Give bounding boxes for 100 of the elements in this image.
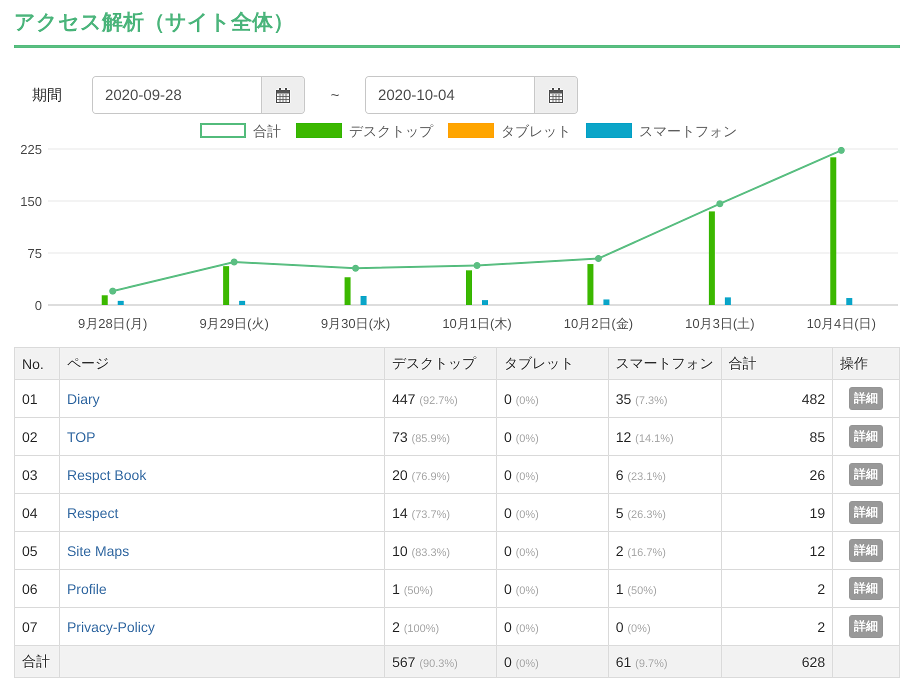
table-cell: 6 (23.1%) <box>608 456 722 494</box>
table-cell: 2 (16.7%) <box>608 532 722 570</box>
point <box>109 288 116 295</box>
date-field[interactable]: 2020-10-04 <box>365 76 578 114</box>
table-cell: 12 <box>721 532 833 570</box>
detail-button[interactable]: 詳細 <box>849 539 884 562</box>
table-cell: 0 (0%) <box>496 456 608 494</box>
axis-category-label: 10月4日(日) <box>806 316 876 331</box>
bar <box>603 299 610 305</box>
bar <box>482 300 488 305</box>
bar <box>118 300 124 305</box>
point <box>716 200 724 208</box>
axis-tick-label: 150 <box>20 194 42 209</box>
page-link[interactable]: Privacy-Policy <box>66 618 155 634</box>
detail-button[interactable]: 詳細 <box>849 463 884 486</box>
table-cell: 85 <box>721 418 833 456</box>
axis-category-label: 9月30日(水) <box>320 316 390 331</box>
table-cell: 73 (85.9%) <box>384 418 496 456</box>
axis-tick-label: 75 <box>28 246 42 261</box>
table-cell: 0 (0%) <box>496 532 608 570</box>
table-cell: 2 <box>721 570 833 608</box>
bar <box>466 270 472 305</box>
column-header: スマートフォン <box>608 348 722 380</box>
detail-button[interactable]: 詳細 <box>849 387 884 410</box>
column-header: デスクトップ <box>384 348 496 380</box>
axis-category-label: 10月2日(金) <box>564 316 634 331</box>
table-cell: 1 (50%) <box>608 570 722 608</box>
table-cell: 01 <box>14 380 60 418</box>
table-cell: 35 (7.3%) <box>608 380 722 418</box>
table-cell: 10 (83.3%) <box>384 532 496 570</box>
bar <box>360 296 367 305</box>
page-link[interactable]: Site Maps <box>66 542 130 558</box>
column-header: 合計 <box>721 348 833 380</box>
legend-label: スマートフォン <box>639 123 737 139</box>
table-cell: 12 (14.1%) <box>608 418 722 456</box>
bar <box>587 264 594 305</box>
table-cell: 19 <box>721 494 833 532</box>
axis-category-label: 10月1日(木) <box>442 316 512 331</box>
bar <box>223 266 230 305</box>
bar <box>239 300 246 305</box>
table-cell: 02 <box>14 418 60 456</box>
calendar-icon <box>549 88 563 102</box>
point <box>838 146 845 154</box>
table-cell: 0 (0%) <box>496 494 608 532</box>
legend-swatch <box>296 123 342 138</box>
axis-tick-label: 225 <box>20 142 42 157</box>
column-header: タブレット <box>496 348 608 380</box>
range-separator: ~ <box>330 86 340 104</box>
table-cell: 0 (0%) <box>496 380 608 418</box>
table-cell: 0 (0%) <box>496 418 608 456</box>
table-cell: 1 (50%) <box>384 570 496 608</box>
table-cell: 482 <box>721 380 833 418</box>
column-header: ページ <box>59 348 385 380</box>
table-cell: 04 <box>14 494 60 532</box>
page-link[interactable]: Respect <box>66 504 118 520</box>
period-label: 期間 <box>32 86 63 104</box>
table-cell: 0 (0%) <box>496 570 608 608</box>
table-cell: 26 <box>721 456 833 494</box>
bar <box>846 298 852 305</box>
table-cell: 5 (26.3%) <box>608 494 722 532</box>
point <box>474 262 480 269</box>
page-link[interactable]: Diary <box>66 390 100 406</box>
table-cell: 0 (0%) <box>496 646 608 678</box>
table-cell: 20 (76.9%) <box>384 456 496 494</box>
point <box>230 258 238 266</box>
axis-tick-label: 0 <box>34 298 42 313</box>
legend-label: デスクトップ <box>349 123 433 139</box>
point <box>594 255 602 262</box>
axis-category-label: 9月28日(月) <box>78 316 148 331</box>
column-header: 操作 <box>832 348 900 380</box>
legend-swatch <box>586 123 632 138</box>
axis-category-label: 9月29日(火) <box>199 316 269 331</box>
legend-swatch <box>200 123 246 138</box>
table-cell: 14 (73.7%) <box>384 494 496 532</box>
detail-button[interactable]: 詳細 <box>849 615 884 638</box>
date-field[interactable]: 2020-09-28 <box>92 76 305 114</box>
table-cell: 05 <box>14 532 60 570</box>
table-cell: 447 (92.7%) <box>384 380 496 418</box>
legend-swatch <box>448 123 494 138</box>
table-cell: 567 (90.3%) <box>384 646 496 678</box>
detail-button[interactable]: 詳細 <box>849 577 884 600</box>
legend-label: タブレット <box>501 123 571 139</box>
table-cell: 03 <box>14 456 60 494</box>
table-cell: 628 <box>721 646 833 678</box>
legend-label: 合計 <box>253 123 281 139</box>
table-cell: 合計 <box>14 646 60 678</box>
page-title: アクセス解析（サイト全体） <box>14 0 900 48</box>
point <box>352 264 360 272</box>
detail-button[interactable]: 詳細 <box>849 501 884 524</box>
bar <box>724 297 731 305</box>
calendar-icon <box>276 88 290 102</box>
page-link[interactable]: Profile <box>66 580 107 596</box>
table-cell: 61 (9.7%) <box>608 646 722 678</box>
detail-button[interactable]: 詳細 <box>849 425 884 448</box>
page-link[interactable]: TOP <box>66 428 96 444</box>
bar <box>102 295 108 305</box>
table-cell: 06 <box>14 570 60 608</box>
column-header: No. <box>14 348 60 380</box>
bar <box>344 277 351 305</box>
page-link[interactable]: Respct Book <box>66 466 146 482</box>
